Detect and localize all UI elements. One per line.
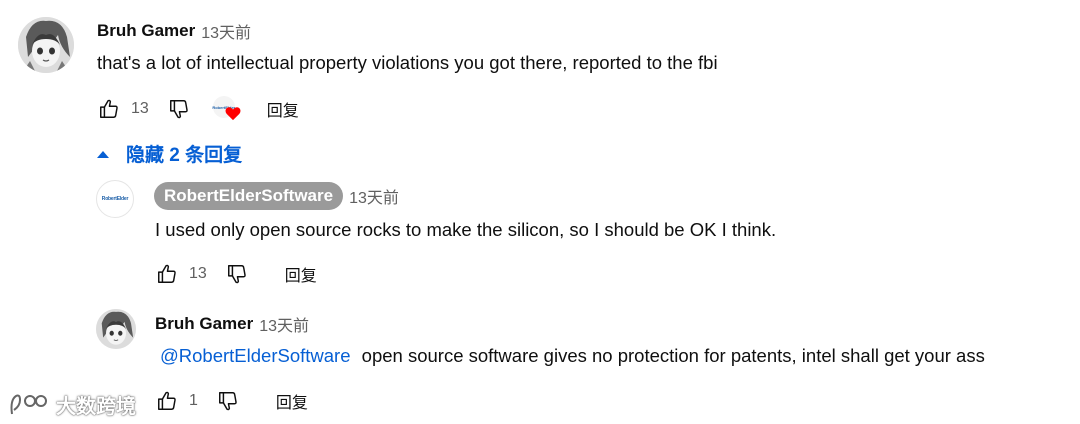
reply-text: @RobertElderSoftware open source softwar…: [160, 345, 985, 367]
dislike-button[interactable]: [216, 389, 240, 413]
reply-text: I used only open source rocks to make th…: [155, 219, 777, 240]
comment-action-bar: 13 RobertElder 回复: [97, 96, 299, 122]
reply-action-bar: 1 回复: [155, 389, 308, 413]
thumbs-up-icon: [158, 391, 176, 410]
like-button[interactable]: [97, 97, 121, 121]
heart-icon: [225, 107, 241, 121]
reply-header: Bruh Gamer 13天前: [155, 312, 309, 336]
reply-header: RobertElderSoftware 13天前: [154, 182, 399, 210]
like-button[interactable]: [155, 389, 179, 413]
thumbs-up-icon: [158, 264, 176, 283]
reply-body: open source software gives no protection…: [361, 345, 985, 366]
dislike-button[interactable]: [167, 97, 191, 121]
avatar[interactable]: [18, 17, 74, 73]
hide-replies-label: 隐藏 2 条回复: [126, 145, 243, 166]
watermark-text: 大数跨境: [56, 396, 136, 418]
like-count: 13: [131, 100, 149, 117]
thumbs-up-icon: [100, 99, 118, 118]
comment-header: Bruh Gamer 13天前: [97, 19, 251, 43]
reply-author[interactable]: Bruh Gamer: [155, 314, 253, 334]
watermark-logo-icon: [10, 394, 47, 414]
comment-author[interactable]: Bruh Gamer: [97, 21, 195, 41]
reply-button[interactable]: 回复: [285, 262, 317, 286]
dislike-button[interactable]: [225, 262, 249, 286]
reply-time[interactable]: 13天前: [259, 312, 309, 336]
channel-owner-badge[interactable]: RobertElderSoftware: [154, 182, 344, 210]
reply-button[interactable]: 回复: [267, 97, 299, 121]
comment-time[interactable]: 13天前: [201, 19, 251, 43]
like-button[interactable]: [155, 262, 179, 286]
reply-time[interactable]: 13天前: [349, 184, 399, 208]
reply-avatar[interactable]: RobertElder: [96, 180, 134, 218]
reply-action-bar: 13 回复: [155, 262, 317, 286]
watermark: 大数跨境: [8, 390, 136, 419]
reply-avatar-logo: RobertElder: [101, 196, 129, 202]
hide-replies-button[interactable]: 隐藏 2 条回复: [96, 140, 242, 167]
like-count: 13: [189, 265, 207, 282]
caret-up-icon: [97, 150, 109, 158]
comment-text: that's a lot of intellectual property vi…: [97, 52, 718, 73]
thumbs-down-icon: [227, 265, 246, 284]
reply-button[interactable]: 回复: [276, 389, 308, 413]
reply-avatar[interactable]: [96, 309, 136, 349]
creator-heart[interactable]: RobertElder: [212, 96, 247, 122]
mention-link[interactable]: @RobertElderSoftware: [160, 345, 351, 366]
thumbs-down-icon: [169, 100, 188, 119]
thumbs-down-icon: [218, 392, 237, 411]
like-count: 1: [189, 392, 198, 409]
